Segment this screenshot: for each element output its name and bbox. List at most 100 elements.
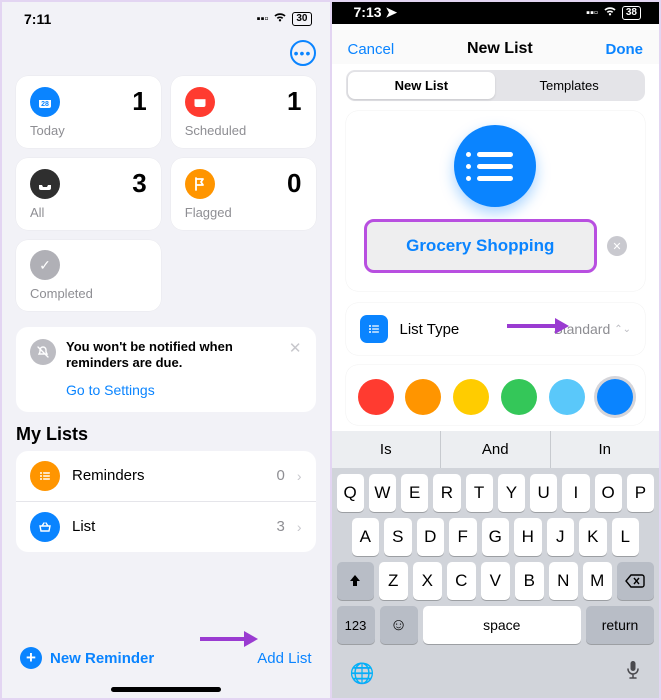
color-swatch[interactable] <box>501 379 537 415</box>
scheduled-label: Scheduled <box>185 123 302 138</box>
key-e[interactable]: E <box>401 474 428 512</box>
nav-bar: Cancel New List Done <box>332 30 660 64</box>
key-d[interactable]: D <box>417 518 445 556</box>
key-x[interactable]: X <box>413 562 442 600</box>
key-n[interactable]: N <box>549 562 578 600</box>
key-y[interactable]: Y <box>498 474 525 512</box>
list-type-row[interactable]: List Type Standard⌃⌄ <box>346 303 646 355</box>
numbers-key[interactable]: 123 <box>337 606 375 644</box>
color-picker <box>346 365 646 425</box>
key-c[interactable]: C <box>447 562 476 600</box>
bell-slash-icon <box>30 339 56 365</box>
location-icon: ➤ <box>385 4 397 20</box>
shift-key[interactable] <box>337 562 374 600</box>
key-j[interactable]: J <box>547 518 575 556</box>
key-i[interactable]: I <box>562 474 589 512</box>
key-f[interactable]: F <box>449 518 477 556</box>
chevron-right-icon: › <box>297 519 302 535</box>
globe-icon[interactable]: 🌐 <box>350 661 375 686</box>
all-card[interactable]: 3 All <box>16 158 161 230</box>
list-name: Reminders <box>72 467 264 484</box>
key-z[interactable]: Z <box>379 562 408 600</box>
done-button[interactable]: Done <box>606 41 644 58</box>
home-indicator[interactable] <box>111 687 221 692</box>
key-r[interactable]: R <box>433 474 460 512</box>
suggestion[interactable]: And <box>441 431 551 468</box>
go-to-settings-link[interactable]: Go to Settings <box>16 372 316 412</box>
list-name-input[interactable]: Grocery Shopping <box>364 219 598 273</box>
backspace-key[interactable] <box>617 562 654 600</box>
list-bullets-icon <box>360 315 388 343</box>
notice-text: You won't be notified when reminders are… <box>66 339 279 372</box>
all-count: 3 <box>132 168 146 199</box>
segmented-control[interactable]: New List Templates <box>346 70 646 101</box>
suggestion[interactable]: Is <box>332 431 442 468</box>
color-swatch[interactable] <box>405 379 441 415</box>
color-swatch[interactable] <box>549 379 585 415</box>
more-button[interactable]: ••• <box>290 40 316 66</box>
flag-icon <box>185 169 215 199</box>
cellular-icon: ▪▪▫ <box>257 13 269 25</box>
all-label: All <box>30 205 147 220</box>
key-k[interactable]: K <box>579 518 607 556</box>
dismiss-button[interactable]: ✕ <box>289 339 302 357</box>
today-card[interactable]: 28 1 Today <box>16 76 161 148</box>
suggestion[interactable]: In <box>551 431 660 468</box>
emoji-key[interactable]: ☺ <box>380 606 418 644</box>
notification-banner: You won't be notified when reminders are… <box>16 327 316 412</box>
list-count: 3 <box>276 518 284 535</box>
clear-button[interactable]: ✕ <box>607 236 627 256</box>
key-o[interactable]: O <box>595 474 622 512</box>
scheduled-count: 1 <box>287 86 301 117</box>
key-w[interactable]: W <box>369 474 396 512</box>
flagged-count: 0 <box>287 168 301 199</box>
mic-icon[interactable] <box>625 660 641 686</box>
key-v[interactable]: V <box>481 562 510 600</box>
tray-icon <box>30 169 60 199</box>
color-swatch[interactable] <box>453 379 489 415</box>
key-l[interactable]: L <box>612 518 640 556</box>
seg-new-list[interactable]: New List <box>348 72 496 99</box>
flagged-label: Flagged <box>185 205 302 220</box>
scheduled-card[interactable]: 1 Scheduled <box>171 76 316 148</box>
status-bar: 7:13 ➤ ▪▪▫ 38 <box>332 2 660 24</box>
basket-icon <box>30 512 60 542</box>
key-m[interactable]: M <box>583 562 612 600</box>
key-q[interactable]: Q <box>337 474 364 512</box>
cellular-icon: ▪▪▫ <box>586 7 598 19</box>
space-key[interactable]: space <box>423 606 582 644</box>
cancel-button[interactable]: Cancel <box>348 41 395 58</box>
chevron-right-icon: › <box>297 468 302 484</box>
seg-templates[interactable]: Templates <box>495 72 643 99</box>
key-p[interactable]: P <box>627 474 654 512</box>
new-list-screen: 7:13 ➤ ▪▪▫ 38 Cancel New List Done New L… <box>331 1 661 699</box>
add-list-button[interactable]: Add List <box>257 650 311 667</box>
new-reminder-button[interactable]: + New Reminder <box>20 647 154 669</box>
list-item-reminders[interactable]: Reminders 0 › <box>16 451 316 501</box>
today-count: 1 <box>132 86 146 117</box>
status-bar: 7:11 ▪▪▫ 30 <box>2 2 330 36</box>
svg-text:28: 28 <box>41 101 49 108</box>
plus-circle-icon: + <box>20 647 42 669</box>
battery-icon: 30 <box>292 12 311 26</box>
completed-card[interactable]: ✓ Completed <box>16 240 161 311</box>
list-count: 0 <box>276 467 284 484</box>
key-b[interactable]: B <box>515 562 544 600</box>
list-item-list[interactable]: List 3 › <box>16 501 316 552</box>
color-swatch[interactable] <box>597 379 633 415</box>
calendar-scheduled-icon <box>185 87 215 117</box>
flagged-card[interactable]: 0 Flagged <box>171 158 316 230</box>
key-g[interactable]: G <box>482 518 510 556</box>
battery-icon: 38 <box>622 6 641 20</box>
list-preview-icon[interactable] <box>454 125 536 207</box>
checkmark-icon: ✓ <box>30 250 60 280</box>
key-t[interactable]: T <box>466 474 493 512</box>
reminders-home-screen: 7:11 ▪▪▫ 30 ••• 28 1 Today <box>1 1 331 699</box>
return-key[interactable]: return <box>586 606 654 644</box>
wifi-icon <box>273 12 287 26</box>
key-h[interactable]: H <box>514 518 542 556</box>
color-swatch[interactable] <box>358 379 394 415</box>
key-a[interactable]: A <box>352 518 380 556</box>
key-s[interactable]: S <box>384 518 412 556</box>
key-u[interactable]: U <box>530 474 557 512</box>
